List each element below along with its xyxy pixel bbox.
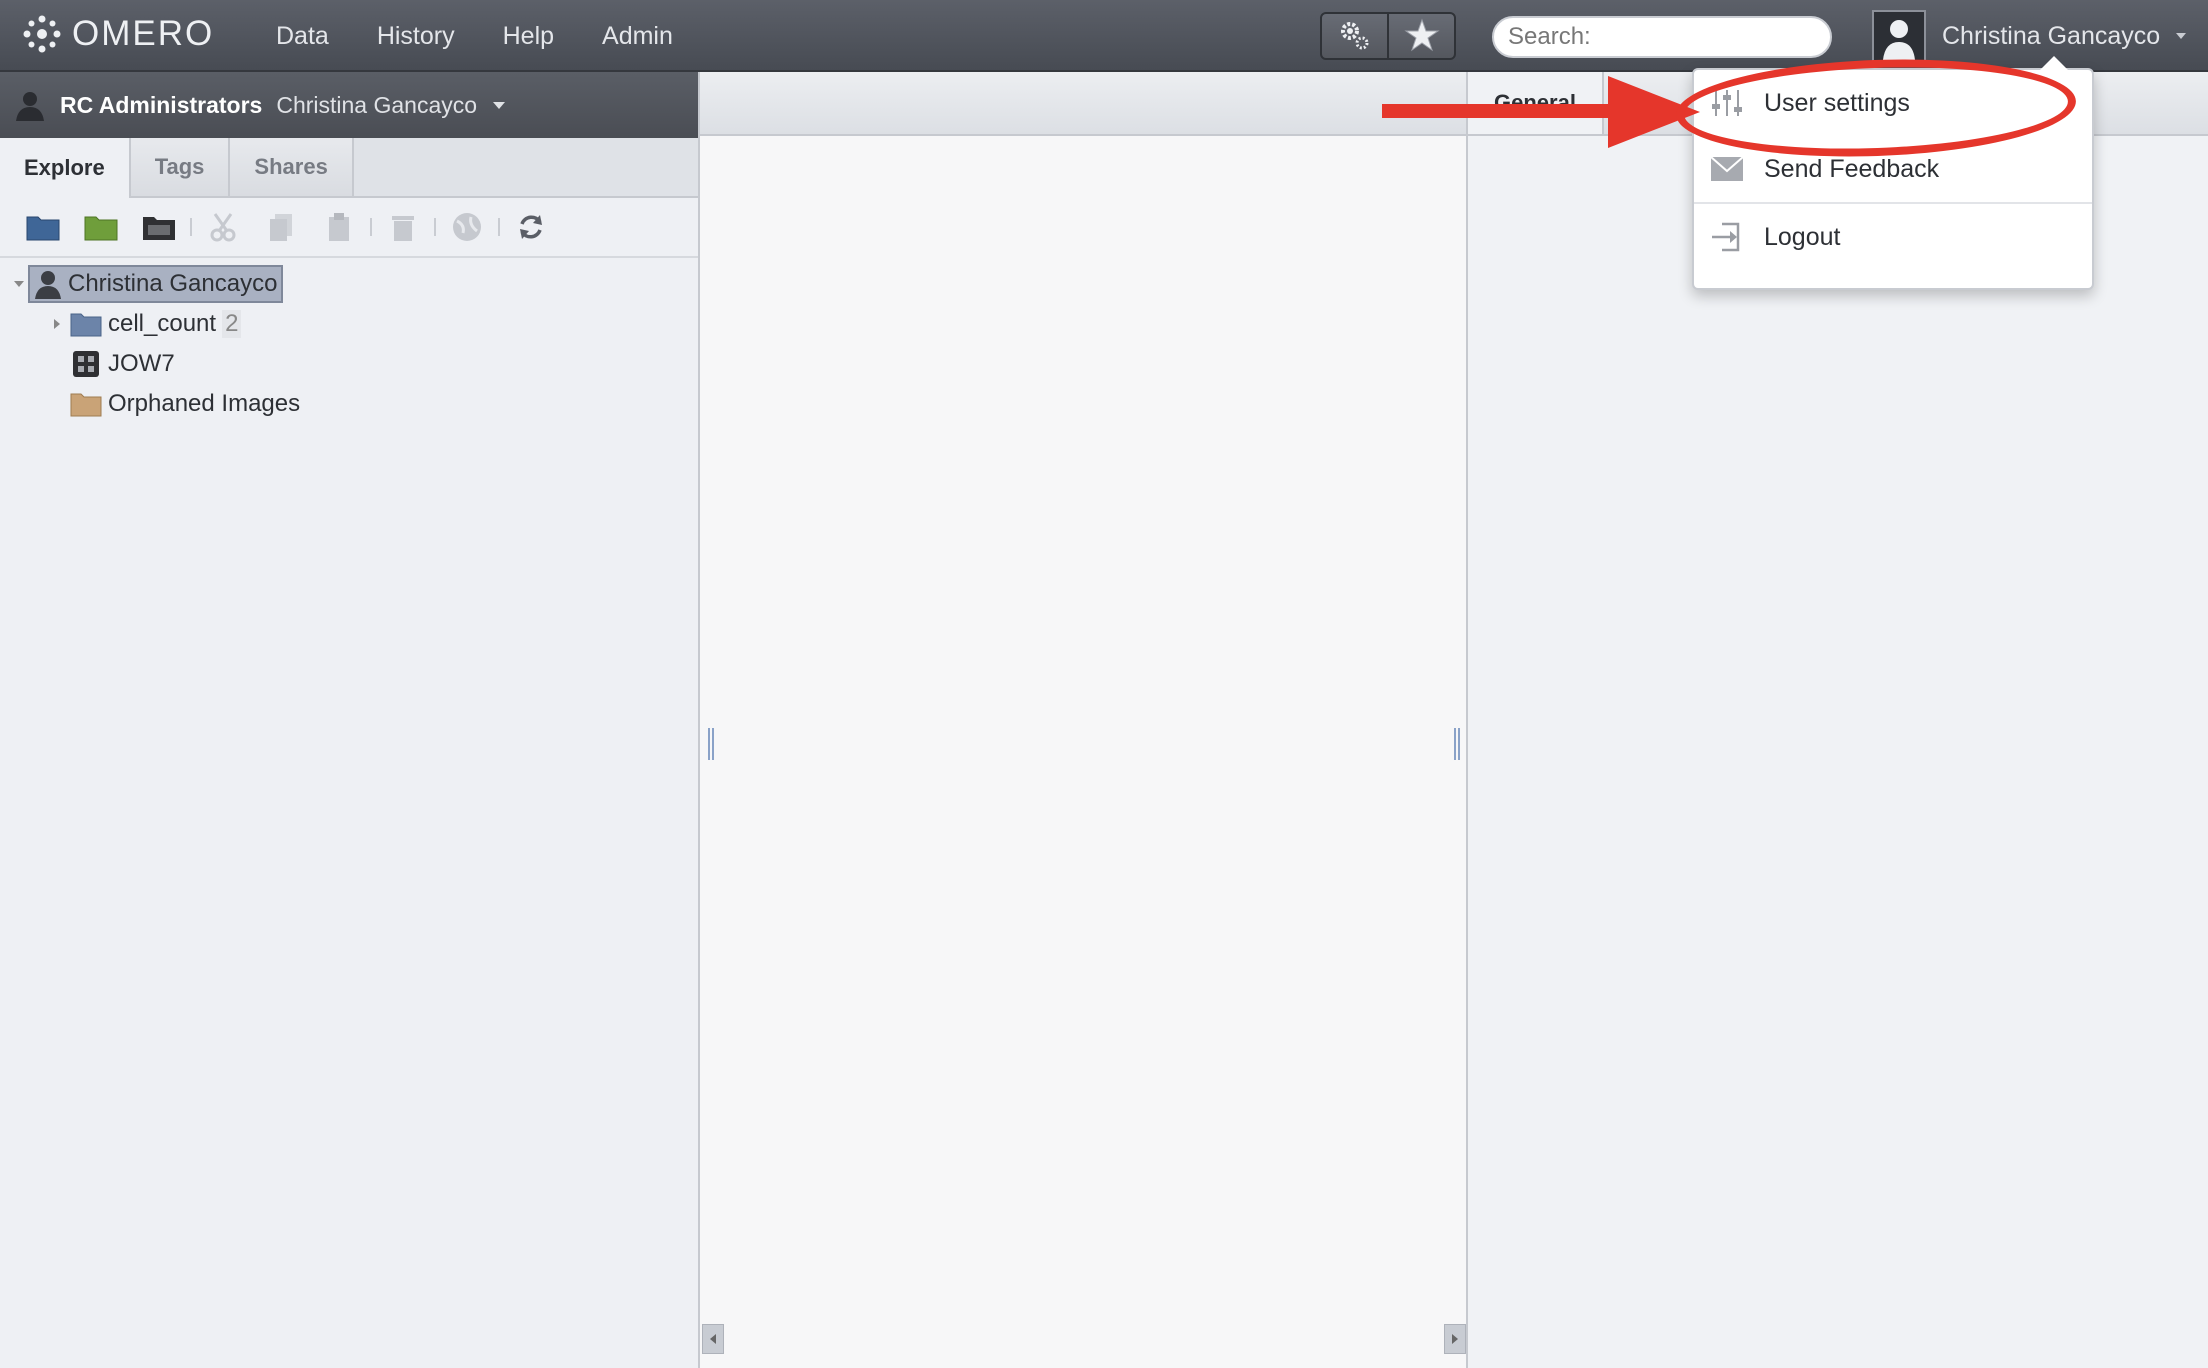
group-user-switcher[interactable]: RC Administrators Christina Gancayco [0,72,698,138]
folder-green-icon [84,216,118,241]
tree-item-orphaned-images[interactable]: Orphaned Images [0,384,698,424]
tree-root-label: Christina Gancayco [68,270,278,297]
left-tabs: Explore Tags Shares [0,138,698,198]
collapse-right-button[interactable] [1444,1324,1466,1354]
tab-tags[interactable]: Tags [130,138,231,196]
tree-item-label: Orphaned Images [108,390,301,417]
trash-icon [392,216,414,241]
clipboard-icon [329,213,349,241]
scripts-button[interactable] [1322,14,1387,58]
toolbar-divider [370,218,372,236]
tree-root-row: Christina Gancayco [0,264,698,304]
tree-item-label: JOW7 [108,350,175,377]
new-dataset-button[interactable] [72,207,130,247]
folder-icon [70,313,102,337]
permissions-button[interactable] [438,207,496,247]
activities-icon [1403,18,1440,52]
left-splitter-handle[interactable] [708,728,714,760]
new-project-button[interactable] [14,207,72,247]
tree-item-cell-count[interactable]: cell_count 2 [0,304,698,344]
folder-blue-icon [26,216,60,241]
search-box[interactable] [1492,16,1832,58]
left-panel: RC Administrators Christina Gancayco Exp… [0,72,700,1368]
copy-button[interactable] [252,207,310,247]
child-count-badge: 2 [222,310,242,338]
orphaned-folder-icon [70,393,102,417]
tree-root-user[interactable]: Christina Gancayco [28,265,284,303]
paste-button[interactable] [310,207,368,247]
collapse-arrow-icon[interactable] [12,278,26,290]
new-screen-button[interactable] [130,207,188,247]
data-tree: Christina Gancayco cell_count 2 JOW7 Orp… [0,258,698,424]
copy-icon [270,214,292,241]
group-name: RC Administrators [60,91,263,118]
nav-admin[interactable]: Admin [602,22,673,51]
plate-icon [73,351,99,377]
omero-logo[interactable]: OMERO [22,14,214,54]
nav-help[interactable]: Help [503,22,554,51]
delete-button[interactable] [374,207,432,247]
envelope-icon [1710,156,1744,181]
annotation-arrow [1382,76,1700,148]
tab-shares[interactable]: Shares [230,138,354,196]
gears-icon [1340,22,1368,50]
nav-data[interactable]: Data [276,22,329,51]
expand-arrow-icon[interactable] [52,317,62,331]
collapse-left-button[interactable] [702,1324,724,1354]
apps-button-group [1320,12,1456,60]
center-panel [700,72,1468,1368]
tree-toolbar [0,198,698,258]
globe-icon [453,213,481,241]
tree-item-label: cell_count [108,310,217,337]
user-icon [35,271,61,299]
omero-logo-icon [23,15,61,53]
toolbar-divider [190,218,192,236]
search-input[interactable] [1508,23,1818,51]
right-splitter-handle[interactable] [1454,728,1460,760]
nav-history[interactable]: History [377,22,455,51]
menu-item-label: Logout [1764,222,1841,251]
chevron-down-icon [493,102,506,109]
scissors-icon [210,213,236,242]
logout-icon [1712,222,1740,252]
activities-button[interactable] [1387,14,1454,58]
chevron-down-icon [2176,33,2187,39]
main-nav: Data History Help Admin [276,0,673,72]
chevron-left-icon [710,1334,716,1344]
group-user-name: Christina Gancayco [276,91,478,118]
toolbar-divider [498,218,500,236]
refresh-icon [520,215,542,239]
logo-text: OMERO [72,14,215,53]
center-header [700,72,1466,136]
user-silhouette-icon [1883,20,1915,60]
tab-explore[interactable]: Explore [0,138,131,198]
user-avatar[interactable] [1872,10,1926,62]
chevron-right-icon [1452,1334,1458,1344]
menu-item-logout[interactable]: Logout [1694,204,2092,270]
user-name: Christina Gancayco [1942,21,2161,50]
menu-item-label: Send Feedback [1764,154,1940,183]
group-user-icon [16,92,44,121]
tree-item-jow7[interactable]: JOW7 [0,344,698,384]
refresh-button[interactable] [502,207,560,247]
toolbar-divider [434,218,436,236]
cut-button[interactable] [194,207,252,247]
screen-icon [143,217,175,240]
